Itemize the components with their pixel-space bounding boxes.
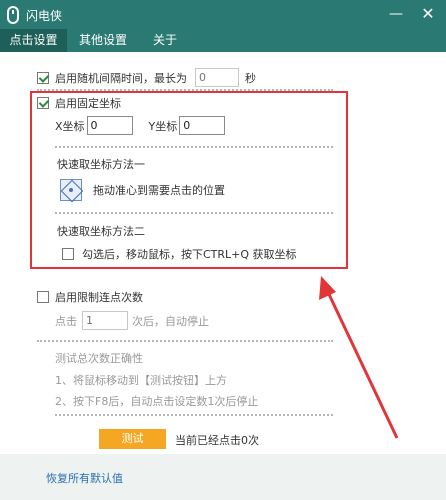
limit-clicks-row: 启用限制连点次数: [37, 289, 143, 305]
test-info-title: 测试总次数正确性: [55, 352, 143, 365]
test-button[interactable]: 测试: [99, 429, 166, 449]
fixed-coords-row: 启用固定坐标: [37, 95, 121, 111]
limit-clicks-input-row: 点击 次后，自动停止: [55, 311, 209, 330]
method2-text: 勾选后，移动鼠标，按下CTRL+Q 获取坐标: [82, 248, 297, 261]
title-bar: 闪电侠 — ✕: [0, 0, 446, 29]
limit-clicks-prefix: 点击: [55, 314, 77, 328]
x-coord-input[interactable]: [86, 116, 133, 135]
random-interval-label: 启用随机间隔时间，最长为: [55, 71, 187, 85]
random-interval-input[interactable]: [195, 68, 239, 87]
crosshair-icon[interactable]: [60, 179, 82, 201]
method2-row: 勾选后，移动鼠标，按下CTRL+Q 获取坐标: [62, 246, 297, 262]
limit-clicks-label: 启用限制连点次数: [55, 291, 143, 304]
random-interval-row: 启用随机间隔时间，最长为 秒: [37, 68, 256, 87]
restore-defaults-link[interactable]: 恢复所有默认值: [46, 470, 123, 486]
mouse-icon: [7, 6, 19, 24]
test-info-step1: 1、将鼠标移动到【测试按钮】上方: [55, 374, 227, 387]
method1-row: 拖动准心到需要点击的位置: [60, 179, 225, 201]
limit-clicks-suffix: 次后，自动停止: [132, 314, 209, 328]
divider: [55, 414, 333, 416]
divider: [55, 146, 333, 148]
close-button[interactable]: ✕: [416, 4, 440, 24]
method1-text: 拖动准心到需要点击的位置: [93, 184, 225, 197]
divider: [55, 212, 333, 214]
random-interval-unit: 秒: [245, 71, 256, 85]
footer: 恢复所有默认值: [0, 454, 446, 500]
limit-clicks-input[interactable]: [82, 311, 128, 330]
fixed-coords-checkbox[interactable]: [37, 97, 49, 109]
tab-click-settings[interactable]: 点击设置: [0, 29, 67, 52]
tab-about[interactable]: 关于: [140, 29, 190, 52]
y-coord-input[interactable]: [179, 116, 226, 135]
coords-inputs-row: X坐标 Y坐标: [55, 116, 226, 135]
tab-bar: 点击设置 其他设置 关于: [0, 29, 446, 52]
click-count-text: 当前已经点击0次: [175, 434, 259, 447]
limit-clicks-checkbox[interactable]: [37, 291, 49, 303]
method2-title: 快速取坐标方法二: [57, 225, 145, 238]
test-info-step2: 2、按下F8后，自动点击设定数1次后停止: [55, 395, 259, 408]
y-coord-label: Y坐标: [148, 119, 178, 133]
method2-checkbox[interactable]: [62, 248, 74, 260]
window-title: 闪电侠: [26, 9, 63, 23]
tab-other-settings[interactable]: 其他设置: [72, 29, 134, 52]
divider: [37, 340, 333, 342]
x-coord-label: X坐标: [55, 119, 85, 133]
minimize-button[interactable]: —: [384, 4, 408, 24]
fixed-coords-label: 启用固定坐标: [55, 97, 121, 110]
random-interval-checkbox[interactable]: [37, 71, 49, 84]
method1-title: 快速取坐标方法一: [57, 158, 145, 171]
